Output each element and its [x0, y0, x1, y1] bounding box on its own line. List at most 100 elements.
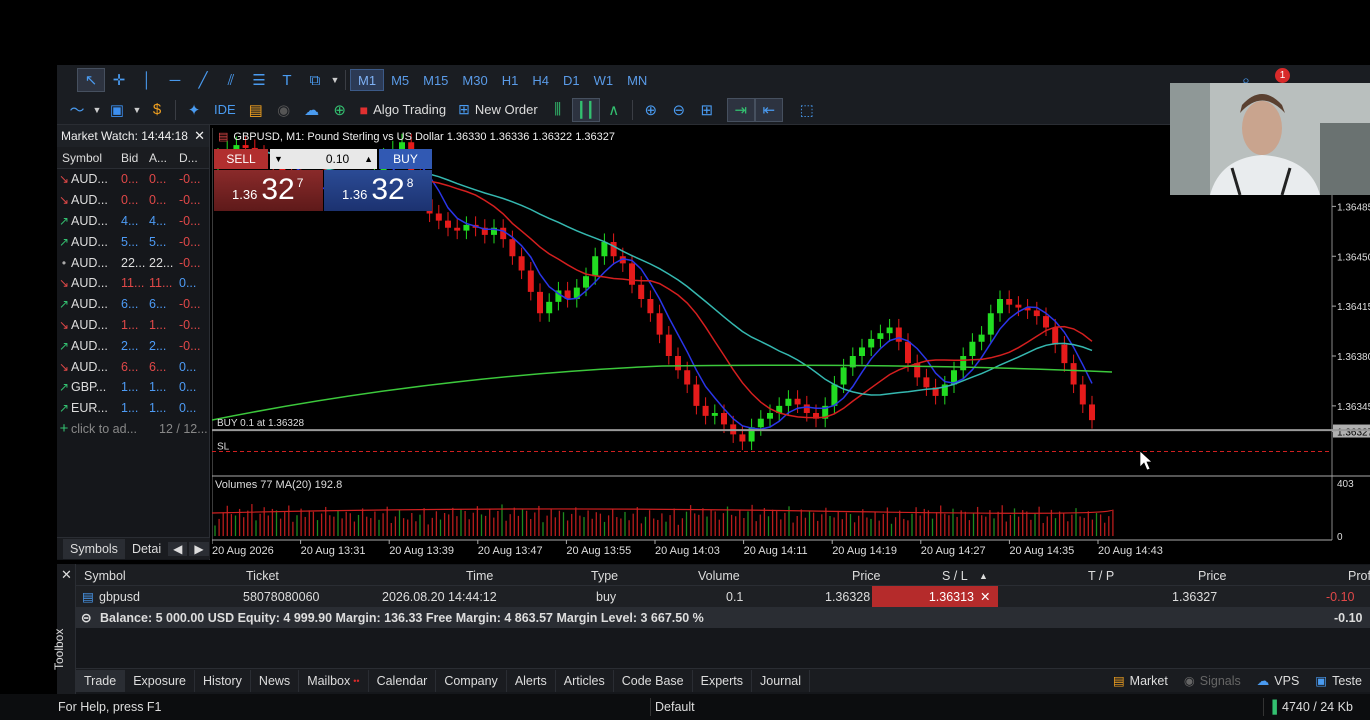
sell-price[interactable]: 1.36 32 7: [214, 170, 323, 211]
close-icon[interactable]: ✕: [61, 567, 72, 583]
tab-mailbox[interactable]: Mailbox ••: [299, 669, 369, 692]
col-daily-change[interactable]: D...: [179, 151, 209, 165]
tile-icon[interactable]: ⊞: [693, 98, 721, 122]
trendline-icon[interactable]: ╱: [189, 68, 217, 92]
dropdown-icon[interactable]: ▼: [329, 68, 341, 92]
market-bag-icon[interactable]: ▤: [242, 98, 270, 122]
timeframe-d1[interactable]: D1: [556, 69, 587, 91]
line-chart-icon[interactable]: ∧: [600, 98, 628, 122]
buy-button[interactable]: BUY: [379, 149, 432, 169]
tab-symbols[interactable]: Symbols: [63, 538, 125, 559]
shapes-icon[interactable]: ⧉: [301, 68, 329, 92]
timeframe-m5[interactable]: M5: [384, 69, 416, 91]
tab-articles[interactable]: Articles: [556, 669, 614, 692]
market-watch-row[interactable]: ↘ AUD... 0... 0... -0...: [57, 169, 209, 190]
bar-chart-icon[interactable]: ⫼: [544, 98, 572, 122]
table-row[interactable]: ▤ gbpusd 58078080060 2026.08.20 14:44:12…: [76, 586, 1370, 607]
col-current-price[interactable]: Price: [1198, 565, 1226, 586]
timeframe-m1[interactable]: M1: [350, 69, 385, 91]
new-order-button[interactable]: ⊞ New Order: [452, 98, 544, 122]
crosshair-icon[interactable]: ✛: [105, 68, 133, 92]
zoom-out-icon[interactable]: ⊖: [665, 98, 693, 122]
tab-details[interactable]: Detai: [125, 539, 168, 559]
tab-news[interactable]: News: [251, 669, 300, 692]
market-watch-row[interactable]: ↗ AUD... 6... 6... -0...: [57, 294, 209, 315]
scroll-left-icon[interactable]: ◀: [168, 541, 188, 556]
market-watch-row[interactable]: ↗ GBP... 1... 1... 0...: [57, 377, 209, 398]
tab-tester[interactable]: ▣ Teste: [1307, 670, 1370, 692]
text-tool-icon[interactable]: T: [273, 68, 301, 92]
tab-exposure[interactable]: Exposure: [125, 669, 196, 692]
notification-badge[interactable]: 1: [1275, 68, 1290, 83]
buy-price[interactable]: 1.36 32 8: [324, 170, 432, 211]
chart-shift-icon[interactable]: ⇤: [754, 97, 783, 122]
tab-alerts[interactable]: Alerts: [507, 669, 556, 692]
ide-button[interactable]: IDE: [208, 98, 242, 122]
candles-icon[interactable]: ┃┃: [571, 97, 600, 122]
timeframe-w1[interactable]: W1: [587, 69, 621, 91]
tab-company[interactable]: Company: [436, 669, 507, 692]
metaeditor-icon[interactable]: ✦: [180, 98, 208, 122]
zoom-in-icon[interactable]: ⊕: [637, 98, 665, 122]
market-watch-row[interactable]: ↗ AUD... 2... 2... -0...: [57, 335, 209, 356]
timeframe-m15[interactable]: M15: [416, 69, 455, 91]
tab-vps[interactable]: ☁ VPS: [1249, 670, 1308, 692]
col-bid[interactable]: Bid: [121, 151, 149, 165]
tab-code-base[interactable]: Code Base: [614, 669, 693, 692]
indicators-icon[interactable]: ▣: [103, 98, 131, 122]
market-watch-row[interactable]: ↗ AUD... 4... 4... -0...: [57, 211, 209, 232]
cloud-icon[interactable]: ☁: [298, 98, 326, 122]
dollar-icon[interactable]: $: [143, 98, 171, 122]
col-price[interactable]: Price: [852, 565, 880, 586]
collapse-icon[interactable]: ⊝: [81, 607, 91, 628]
chart-type-icon[interactable]: 〜: [63, 98, 91, 122]
remove-stop-loss-icon[interactable]: ✕: [980, 586, 990, 607]
col-stop-loss[interactable]: S / L: [942, 565, 968, 586]
close-icon[interactable]: ✕: [194, 128, 205, 144]
col-ticket[interactable]: Ticket: [246, 565, 279, 586]
vps-icon[interactable]: ⊕: [326, 98, 354, 122]
col-volume[interactable]: Volume: [698, 565, 740, 586]
cursor-tool-icon[interactable]: ↖: [77, 68, 105, 92]
market-watch-row[interactable]: ↗ AUD... 5... 5... -0...: [57, 231, 209, 252]
timeframe-h1[interactable]: H1: [495, 69, 526, 91]
tab-trade[interactable]: Trade: [76, 669, 126, 692]
tab-calendar[interactable]: Calendar: [369, 669, 437, 692]
autoscroll-icon[interactable]: ⇥: [726, 97, 755, 122]
col-take-profit[interactable]: T / P: [1088, 565, 1114, 586]
tab-history[interactable]: History: [195, 669, 251, 692]
col-symbol[interactable]: Symbol: [57, 151, 121, 165]
col-profit[interactable]: Prof: [1348, 565, 1370, 586]
vertical-line-icon[interactable]: │: [133, 68, 161, 92]
timeframe-mn[interactable]: MN: [620, 69, 654, 91]
col-type[interactable]: Type: [591, 565, 618, 586]
col-time[interactable]: Time: [466, 565, 493, 586]
add-symbol-row[interactable]: + click to ad... 12 / 12...: [57, 419, 209, 440]
screenshot-icon[interactable]: ⬚: [793, 98, 821, 122]
signals-icon[interactable]: ◉: [270, 98, 298, 122]
horizontal-line-icon[interactable]: ─: [161, 68, 189, 92]
sell-button[interactable]: SELL: [214, 149, 268, 169]
fibonacci-icon[interactable]: ☰: [245, 68, 273, 92]
col-ask[interactable]: A...: [149, 151, 179, 165]
market-watch-row[interactable]: • AUD... 22... 22... -0...: [57, 252, 209, 273]
tab-experts[interactable]: Experts: [693, 669, 752, 692]
lot-size-input[interactable]: ▼ 0.10 ▲: [270, 149, 377, 169]
market-watch-row[interactable]: ↘ AUD... 0... 0... -0...: [57, 190, 209, 211]
dropdown-icon[interactable]: ▼: [131, 98, 143, 122]
timeframe-m30[interactable]: M30: [455, 69, 494, 91]
channel-icon[interactable]: ⫽: [217, 68, 245, 92]
market-watch-row[interactable]: ↘ AUD... 11... 11... 0...: [57, 273, 209, 294]
market-watch-row[interactable]: ↘ AUD... 1... 1... -0...: [57, 315, 209, 336]
timeframe-h4[interactable]: H4: [525, 69, 556, 91]
dropdown-icon[interactable]: ▼: [91, 98, 103, 122]
market-watch-row[interactable]: ↘ AUD... 6... 6... 0...: [57, 356, 209, 377]
algo-trading-button[interactable]: ■ Algo Trading: [354, 98, 452, 122]
tab-signals[interactable]: ◉ Signals: [1176, 670, 1249, 692]
lot-up-icon[interactable]: ▲: [364, 154, 373, 164]
lot-dropdown-icon[interactable]: ▼: [274, 154, 283, 164]
tab-journal[interactable]: Journal: [752, 669, 810, 692]
tab-market[interactable]: ▤ Market: [1105, 670, 1176, 692]
scroll-right-icon[interactable]: ▶: [189, 541, 209, 556]
col-symbol[interactable]: Symbol: [84, 565, 126, 586]
